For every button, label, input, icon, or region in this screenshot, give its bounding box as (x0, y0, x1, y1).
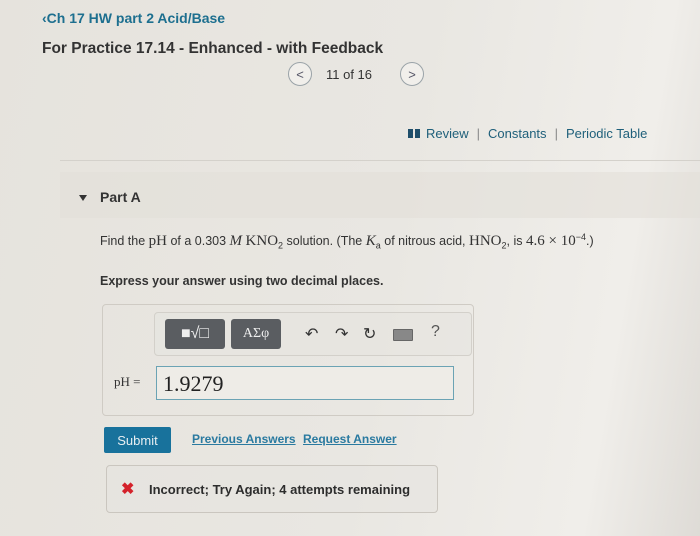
periodic-table-link[interactable]: Periodic Table (566, 126, 647, 141)
templates-button[interactable]: ■√□ (165, 319, 225, 349)
back-to-assignment-link[interactable]: ‹Ch 17 HW part 2 Acid/Base (42, 10, 225, 26)
help-icon[interactable]: ? (431, 323, 440, 341)
review-link[interactable]: Review (426, 126, 469, 141)
constants-link[interactable]: Constants (488, 126, 547, 141)
reset-icon[interactable]: ↻ (363, 324, 376, 344)
question-fragment: M (229, 233, 243, 250)
part-header[interactable] (60, 172, 700, 218)
next-item-button[interactable]: > (400, 62, 425, 86)
question-fragment: K (365, 233, 376, 250)
feedback-text: Incorrect; Try Again; 4 attempts remaini… (149, 482, 411, 497)
separator: | (554, 126, 558, 141)
incorrect-x-icon: ✖ (121, 481, 135, 498)
undo-icon[interactable]: ↶ (305, 324, 318, 344)
pager: < 11 of 16 > (288, 62, 425, 86)
question-fragment: .) (585, 234, 594, 249)
request-answer-link[interactable]: Request Answer (303, 432, 397, 446)
divider (60, 160, 700, 161)
question-fragment: solution. (The (283, 234, 366, 249)
redo-icon[interactable]: ↷ (335, 324, 348, 344)
greek-symbols-button[interactable]: ΑΣφ (231, 319, 281, 349)
question-fragment: of a 0.303 (166, 234, 230, 249)
question-fragment: Find the (100, 234, 149, 249)
keyboard-icon[interactable] (393, 329, 413, 341)
question-fragment: pH (148, 233, 167, 250)
answer-instructions: Express your answer using two decimal pl… (100, 274, 384, 288)
separator: | (476, 126, 481, 141)
question-fragment: , is (506, 234, 526, 249)
page-title: For Practice 17.14 - Enhanced - with Fee… (42, 40, 384, 57)
question-fragment: 4.6 × 10 (525, 233, 576, 250)
previous-answers-link[interactable]: Previous Answers (192, 432, 296, 446)
feedback-message: ✖ Incorrect; Try Again; 4 attempts remai… (106, 465, 438, 513)
resource-links: Review | Constants | Periodic Table (408, 126, 647, 141)
question-fragment: −4 (575, 232, 586, 242)
book-icon (408, 129, 420, 138)
previous-item-button[interactable]: < (288, 62, 312, 86)
submit-button[interactable]: Submit (104, 427, 171, 453)
question-fragment: KNO (245, 233, 279, 250)
pager-position: 11 of 16 (326, 66, 373, 82)
collapse-caret-icon[interactable] (79, 195, 87, 201)
math-toolbar: ■√□ ΑΣφ ↶ ↷ ↻ ? (154, 312, 472, 356)
question-fragment: of nitrous acid, (380, 234, 470, 249)
question-fragment: HNO (469, 233, 502, 250)
part-label: Part A (100, 189, 141, 205)
answer-label: pH = (114, 374, 141, 389)
question-text: Find the pH of a 0.303 M KNO2 solution. … (100, 232, 594, 251)
ph-answer-input[interactable]: 1.9279 (156, 366, 454, 400)
